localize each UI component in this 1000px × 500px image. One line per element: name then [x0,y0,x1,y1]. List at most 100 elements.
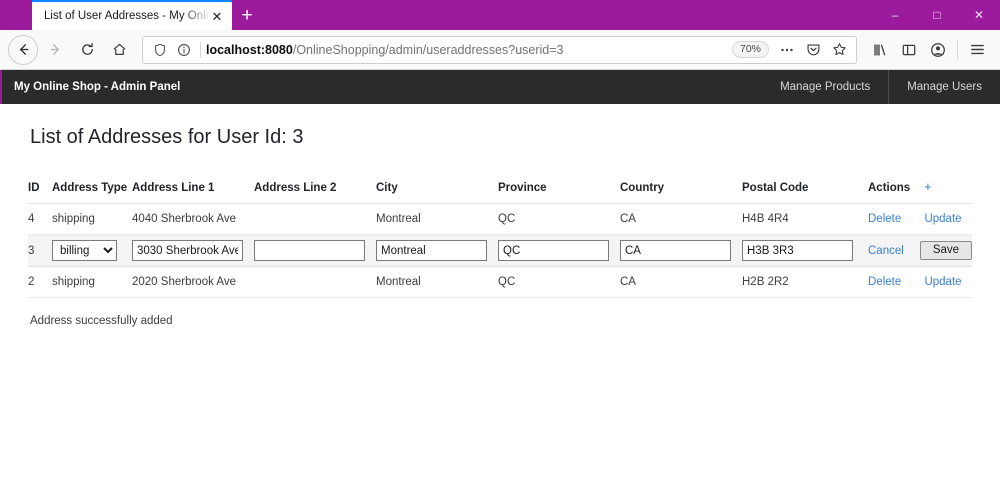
cell-country [620,234,742,267]
cancel-edit-link[interactable]: Cancel [868,245,904,257]
cell-province: QC [498,203,620,235]
nav-link-manage-products[interactable]: Manage Products [762,70,888,104]
column-header-id: ID [28,171,52,204]
address-bar[interactable]: localhost:8080/OnlineShopping/admin/user… [142,35,857,64]
addresses-table: ID Address Type Address Line 1 Address L… [28,171,973,298]
url-text: localhost:8080/OnlineShopping/admin/user… [206,43,730,57]
province-input[interactable] [498,240,609,261]
toolbar-right-actions [865,35,992,65]
browser-window: List of User Addresses - My Online S ✕ +… [0,0,1000,500]
site-info-icon[interactable] [173,39,195,61]
new-tab-button[interactable]: + [232,0,262,30]
cell-city: Montreal [376,203,498,235]
status-message: Address successfully added [30,315,173,327]
back-icon[interactable] [8,34,38,65]
table-body: 4 shipping 4040 Sherbrook Ave Montreal Q… [28,203,973,298]
cell-address-type: shipping [52,203,132,235]
cell-address-line-1: 4040 Sherbrook Ave [132,203,254,235]
update-address-link[interactable]: Update [924,276,961,288]
minimize-window-icon[interactable]: – [874,0,916,30]
url-host: localhost:8080 [206,42,293,57]
cell-address-line-2 [254,234,376,267]
table-row-editing: 3 billing shipping [28,234,973,267]
page-title: List of Addresses for User Id: 3 [30,126,304,148]
pocket-save-icon[interactable] [801,38,825,62]
account-icon[interactable] [923,35,952,65]
cell-province: QC [498,266,620,298]
cell-actions: Delete Update [868,266,972,298]
browser-tab[interactable]: List of User Addresses - My Online S ✕ [32,0,232,30]
title-bar: List of User Addresses - My Online S ✕ +… [0,0,1000,30]
cell-id: 3 [28,234,52,267]
column-header-postal-code: Postal Code [742,171,868,204]
cell-address-line-2 [254,266,376,298]
tab-title: List of User Addresses - My Online S [44,10,208,22]
tracking-protection-shield-icon[interactable] [149,39,171,61]
cell-actions: Cancel Save [868,234,973,267]
cell-country: CA [620,266,742,298]
delete-address-link[interactable]: Delete [868,213,901,225]
close-window-icon[interactable]: ✕ [958,0,1000,30]
site-header: My Online Shop - Admin Panel Manage Prod… [0,70,1000,104]
postal-code-input[interactable] [742,240,853,261]
add-address-icon[interactable]: + [924,179,932,194]
cell-postal-code: H4B 4R4 [742,203,868,235]
edit-actions: Cancel Save [868,241,973,260]
table-header: ID Address Type Address Line 1 Address L… [28,171,972,204]
navigation-toolbar: localhost:8080/OnlineShopping/admin/user… [0,30,1000,70]
window-controls: – □ ✕ [874,0,1000,30]
table-header-row: ID Address Type Address Line 1 Address L… [28,171,972,204]
page-actions-ellipsis-icon[interactable] [775,38,799,62]
cell-address-line-2 [254,203,376,235]
column-header-address-line-1: Address Line 1 [132,171,254,204]
toolbar-divider [957,39,958,60]
cell-province [498,234,620,267]
cell-city [376,234,498,267]
update-address-link[interactable]: Update [924,213,961,225]
column-header-address-line-2: Address Line 2 [254,171,376,204]
cell-actions: Delete Update [868,203,972,235]
maximize-window-icon[interactable]: □ [916,0,958,30]
site-brand[interactable]: My Online Shop - Admin Panel [14,81,180,93]
cell-address-type: billing shipping [52,234,132,267]
content-area: List of Addresses for User Id: 3 ID Addr… [0,126,1000,327]
cell-address-line-1 [132,234,254,267]
library-icon[interactable] [865,35,894,65]
country-input[interactable] [620,240,731,261]
column-header-city: City [376,171,498,204]
column-header-actions-label: Actions [868,182,911,194]
site-nav: Manage Products Manage Users [762,70,1000,104]
url-path: /OnlineShopping/admin/useraddresses?user… [292,42,564,57]
app-menu-icon[interactable] [963,35,992,65]
close-tab-icon[interactable]: ✕ [208,7,226,25]
home-icon[interactable] [104,35,134,65]
column-header-address-type: Address Type [52,171,132,204]
column-header-province: Province [498,171,620,204]
forward-icon[interactable] [40,35,70,65]
bookmark-star-icon[interactable] [827,38,851,62]
zoom-level-badge[interactable]: 70% [731,41,769,58]
cell-id: 2 [28,266,52,298]
reload-icon[interactable] [72,35,102,65]
sidebar-toggle-icon[interactable] [894,35,923,65]
address-line-2-input[interactable] [254,240,365,261]
address-bar-divider [200,41,201,58]
cell-address-line-1: 2020 Sherbrook Ave [132,266,254,298]
delete-address-link[interactable]: Delete [868,276,901,288]
column-header-country: Country [620,171,742,204]
cell-city: Montreal [376,266,498,298]
column-header-actions: Actions + [868,171,972,204]
save-button[interactable]: Save [919,241,973,260]
page-content: My Online Shop - Admin Panel Manage Prod… [0,70,1000,500]
cell-postal-code [742,234,868,267]
city-input[interactable] [376,240,487,261]
cell-country: CA [620,203,742,235]
cell-postal-code: H2B 2R2 [742,266,868,298]
cell-address-type: shipping [52,266,132,298]
address-type-select[interactable]: billing shipping [52,240,117,261]
cell-id: 4 [28,203,52,235]
address-line-1-input[interactable] [132,240,243,261]
table-row: 4 shipping 4040 Sherbrook Ave Montreal Q… [28,203,972,235]
nav-link-manage-users[interactable]: Manage Users [889,70,1000,104]
table-row: 2 shipping 2020 Sherbrook Ave Montreal Q… [28,266,972,298]
